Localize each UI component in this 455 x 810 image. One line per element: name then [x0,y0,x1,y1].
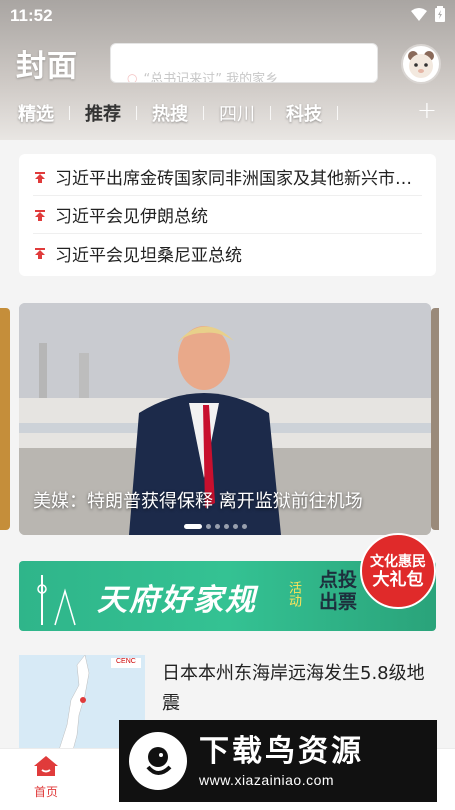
battery-icon [435,6,445,26]
tab-keji[interactable]: 科技 [286,100,322,126]
promo-banner[interactable]: 天府好家规 活动 点投出票 文化惠民 大礼包 [19,533,436,631]
headline-item[interactable]: 习近平会见坦桑尼亚总统 [33,234,422,272]
tab-tuijian[interactable]: 推荐 [85,100,121,126]
add-tab-button[interactable]: + [417,96,437,124]
tab-divider [203,106,204,120]
tab-sichuan[interactable]: 四川 [219,100,255,126]
top-bar: 封面 ○ “总书记来过” 我的家乡 [16,40,441,86]
status-time: 11:52 [10,6,53,25]
gift-badge[interactable]: 文化惠民 大礼包 [360,533,436,609]
tab-jingxuan[interactable]: 精选 [18,100,54,126]
search-hint: ○ “总书记来过” 我的家乡 [127,70,279,83]
carousel-next-peek [431,308,439,530]
search-box[interactable]: ○ “总书记来过” 我的家乡 [110,43,378,83]
headline-text: 习近平出席金砖国家同非洲国家及其他新兴市场国家领导人对话会 [55,169,415,189]
nav-home[interactable]: 首页 [26,755,66,800]
carousel-dot [233,524,238,529]
home-icon [34,756,58,776]
tab-divider [270,106,271,120]
banner-title: 天府好家规 [97,583,257,618]
banner-vote-text: 点投出票 [319,569,358,613]
carousel-prev-peek [0,308,10,530]
tv-tower-icon [37,575,76,626]
carousel-dot [242,524,247,529]
top-headlines: 习近平出席金砖国家同非洲国家及其他新兴市场国家领导人对话会 习近平会见伊朗总统 … [19,154,436,276]
headline-text: 习近平会见坦桑尼亚总统 [55,245,242,266]
status-bar: 11:52 [0,0,455,32]
headline-item[interactable]: 习近平会见伊朗总统 [33,196,422,234]
news-carousel[interactable]: 美媒：特朗普获得保释 离开监狱前往机场 [19,303,431,535]
banner-subtitle: 活动 [286,581,301,607]
gift-badge-line2: 大礼包 [372,570,424,590]
map-source-label: CENC [116,658,136,665]
app-logo[interactable]: 封面 [16,41,104,85]
news-title: 日本本州东海岸远海发生5.8级地震 [162,663,425,714]
pin-top-icon [35,248,45,259]
pin-top-icon [35,171,45,183]
nav-home-label: 首页 [33,785,58,799]
search-icon: ○ [127,70,138,83]
gift-badge-line1: 文化惠民 [370,554,426,570]
watermark-logo-icon [129,732,187,790]
carousel-indicator [184,524,247,529]
watermark-title: 下载鸟资源 [199,734,364,769]
carousel-dot-active [184,524,202,529]
tab-resou[interactable]: 热搜 [152,100,188,126]
pin-top-icon [35,209,45,221]
bear-avatar-icon [408,51,434,78]
tab-divider [136,106,137,120]
headline-text: 习近平会见伊朗总统 [55,207,208,227]
watermark-overlay: 下载鸟资源 www.xiazainiao.com [119,720,437,802]
carousel-caption: 美媒：特朗普获得保释 离开监狱前往机场 [33,491,363,512]
channel-tabs: 精选 推荐 热搜 四川 科技 + [18,96,443,128]
headline-item[interactable]: 习近平出席金砖国家同非洲国家及其他新兴市场国家领导人对话会 [33,158,422,196]
carousel-dot [224,524,229,529]
tab-divider [69,106,70,120]
wifi-icon [411,7,427,25]
carousel-dot [206,524,211,529]
tab-divider [337,106,338,120]
user-avatar[interactable] [401,44,441,84]
watermark-url: www.xiazainiao.com [199,772,335,788]
carousel-dot [215,524,220,529]
